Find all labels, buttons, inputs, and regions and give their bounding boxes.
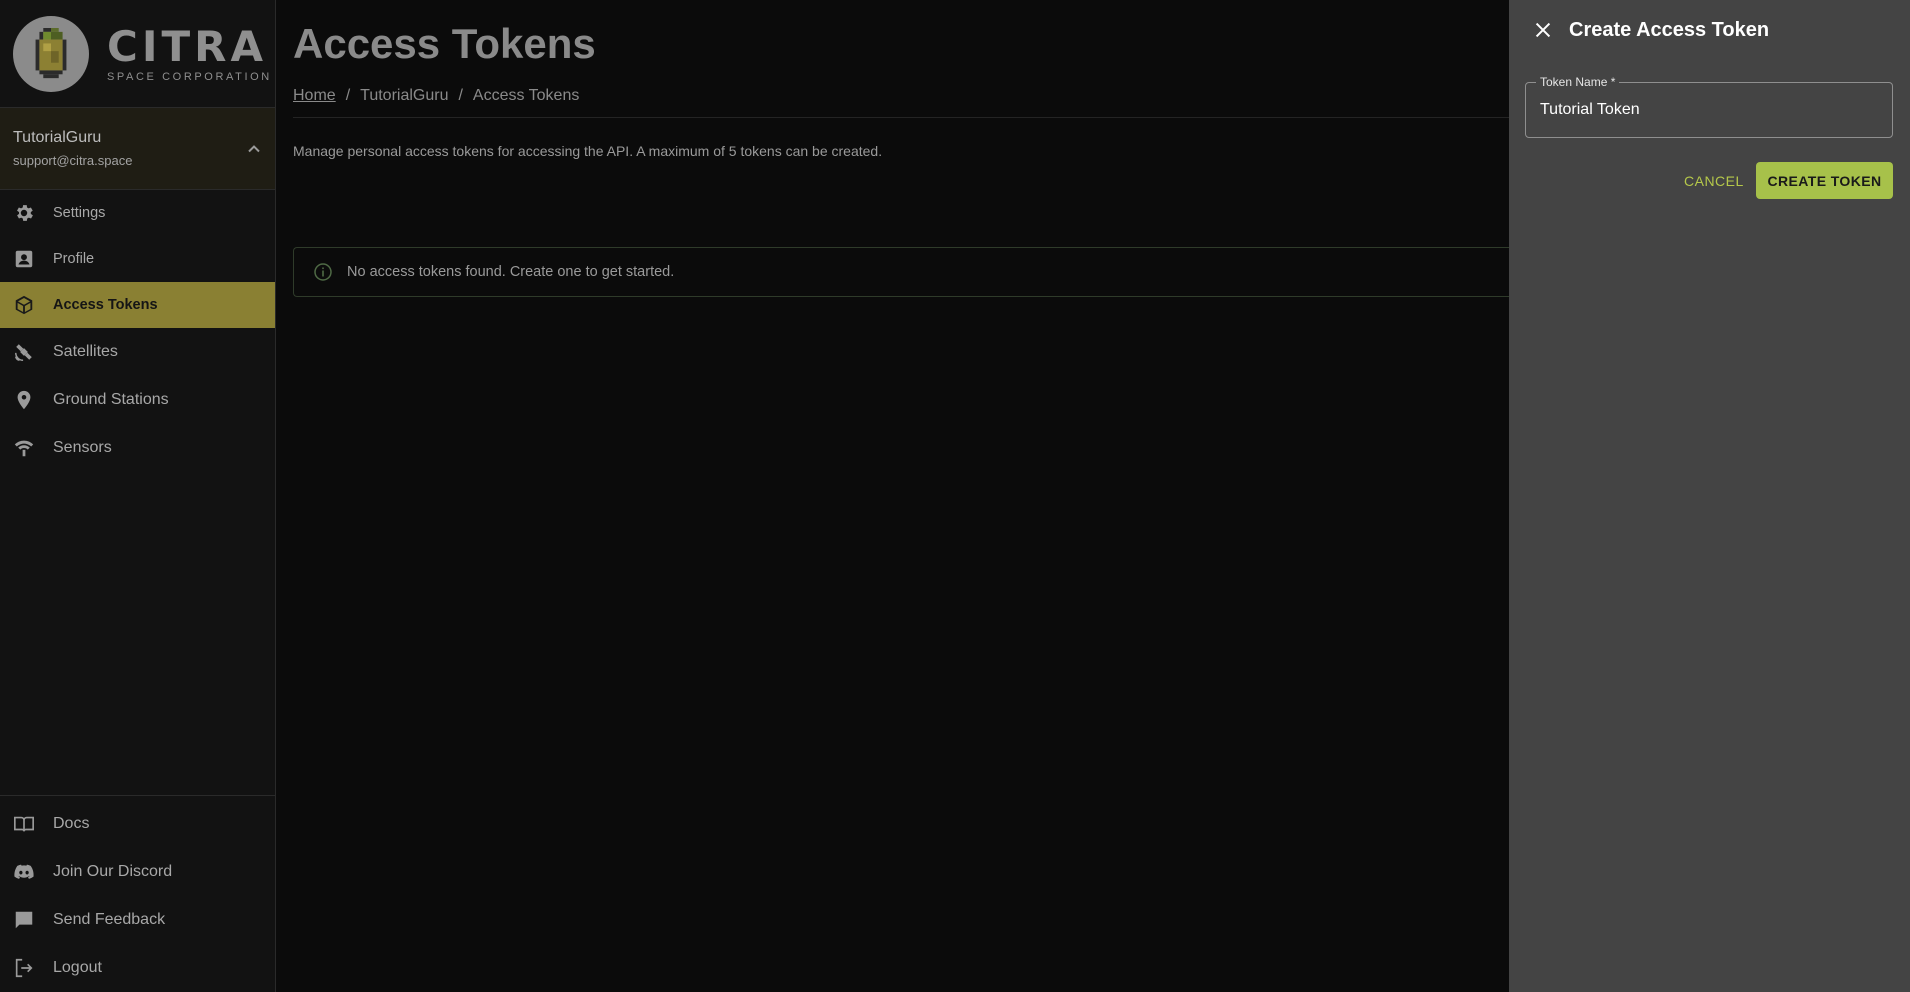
- breadcrumb-user[interactable]: TutorialGuru: [360, 87, 448, 105]
- discord-icon: [13, 861, 35, 883]
- drawer-title: Create Access Token: [1569, 18, 1770, 41]
- sidebar-item-docs[interactable]: Docs: [0, 800, 276, 848]
- sidebar-bottom-nav: Docs Join Our Discord Send Feedback Logo…: [0, 795, 276, 992]
- sidebar-item-label: Satellites: [53, 343, 118, 360]
- location-pin-icon: [13, 389, 35, 411]
- sidebar-item-label: Docs: [53, 815, 90, 832]
- chevron-up-icon[interactable]: [246, 141, 262, 157]
- token-name-field: Token Name *: [1525, 75, 1893, 138]
- user-email: support@citra.space: [13, 153, 133, 168]
- sidebar-item-discord[interactable]: Join Our Discord: [0, 848, 276, 896]
- profile-icon: [13, 248, 35, 270]
- app-root: CITRA SPACE CORPORATION TutorialGuru sup…: [0, 0, 1910, 992]
- sidebar-item-label: Logout: [53, 959, 102, 976]
- sidebar-item-label: Settings: [53, 205, 106, 221]
- sidebar-item-feedback[interactable]: Send Feedback: [0, 896, 276, 944]
- breadcrumb: Home / TutorialGuru / Access Tokens: [293, 87, 579, 105]
- sidebar-item-ground-stations[interactable]: Ground Stations: [0, 376, 275, 424]
- drawer-header: Create Access Token: [1531, 18, 1769, 42]
- info-icon: [314, 263, 332, 281]
- user-menu[interactable]: TutorialGuru support@citra.space: [0, 108, 275, 190]
- close-drawer-button[interactable]: [1531, 18, 1555, 42]
- token-icon: [13, 294, 35, 316]
- sidebar-item-logout[interactable]: Logout: [0, 944, 276, 992]
- main-content: Access Tokens Home / TutorialGuru / Acce…: [277, 0, 1509, 992]
- close-icon: [1535, 22, 1551, 38]
- brand-subtitle: SPACE CORPORATION: [107, 70, 272, 83]
- user-name: TutorialGuru: [13, 129, 102, 146]
- sidebar-item-label: Send Feedback: [53, 911, 166, 928]
- brand-logo[interactable]: CITRA SPACE CORPORATION: [0, 0, 275, 108]
- sidebar-item-label: Ground Stations: [53, 391, 169, 408]
- page-description: Manage personal access tokens for access…: [293, 143, 883, 159]
- sidebar-item-access-tokens[interactable]: Access Tokens: [0, 282, 275, 328]
- page-title: Access Tokens: [293, 20, 596, 67]
- token-name-input[interactable]: [1526, 83, 1892, 137]
- sensor-icon: [13, 437, 35, 459]
- sidebar-item-sensors[interactable]: Sensors: [0, 424, 275, 472]
- feedback-icon: [13, 909, 35, 931]
- alert-message: No access tokens found. Create one to ge…: [347, 264, 675, 280]
- sidebar-item-label: Sensors: [53, 439, 112, 456]
- breadcrumb-separator: /: [345, 87, 351, 104]
- sidebar-item-profile[interactable]: Profile: [0, 236, 275, 282]
- book-icon: [13, 813, 35, 835]
- breadcrumb-separator: /: [458, 87, 463, 104]
- header-divider: [293, 117, 1509, 118]
- logout-icon: [13, 957, 35, 979]
- gear-icon: [13, 202, 35, 224]
- breadcrumb-current: Access Tokens: [472, 87, 580, 104]
- brand-word: CITRA: [107, 21, 267, 71]
- empty-state-alert: No access tokens found. Create one to ge…: [293, 247, 1509, 297]
- sidebar-item-satellites[interactable]: Satellites: [0, 328, 275, 376]
- citra-logo-icon: [13, 15, 89, 92]
- cancel-button[interactable]: CANCEL: [1668, 163, 1760, 199]
- sidebar-item-settings[interactable]: Settings: [0, 190, 275, 236]
- sidebar-item-label: Access Tokens: [53, 297, 158, 313]
- sidebar-item-label: Profile: [53, 251, 95, 267]
- satellite-icon: [13, 341, 35, 363]
- sidebar: CITRA SPACE CORPORATION TutorialGuru sup…: [0, 0, 276, 992]
- sidebar-nav: Settings Profile Access Tokens Satellite…: [0, 190, 275, 472]
- sidebar-item-label: Join Our Discord: [53, 863, 173, 880]
- breadcrumb-home-link[interactable]: Home: [293, 87, 336, 105]
- create-token-button[interactable]: CREATE TOKEN: [1756, 162, 1893, 199]
- create-token-drawer: Create Access Token Token Name * CANCEL …: [1509, 0, 1910, 992]
